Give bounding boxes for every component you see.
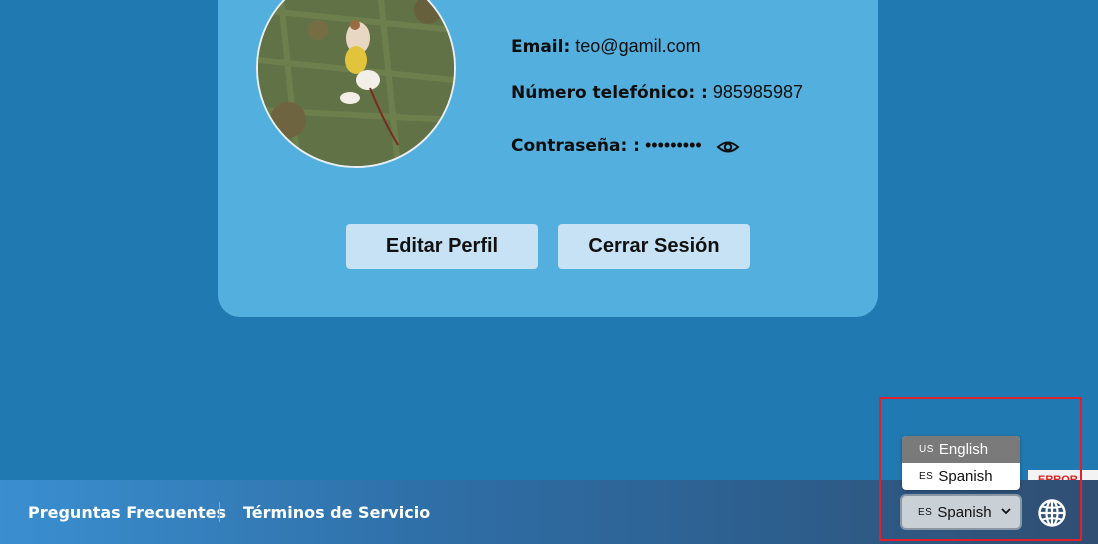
edit-profile-button[interactable]: Editar Perfil [346,224,538,269]
chevron-down-icon [1001,508,1011,515]
language-option-english[interactable]: US English [902,436,1020,463]
email-value: teo@gamil.com [575,36,701,56]
profile-avatar [256,0,456,168]
language-selected-label: Spanish [937,503,992,521]
language-option-label: English [938,441,989,458]
language-option-code: ES [919,471,934,482]
profile-card: Email: teo@gamil.com Número telefónico: … [218,0,878,317]
language-option-code: US [919,444,934,455]
logout-button[interactable]: Cerrar Sesión [558,224,750,269]
phone-label: Número telefónico: : [511,83,708,103]
password-value: ••••••••• [645,135,702,155]
faq-link[interactable]: Preguntas Frecuentes [28,503,226,522]
language-selected-code: ES [918,506,933,518]
language-select[interactable]: ES Spanish [900,494,1022,530]
phone-value: 985985987 [712,82,803,102]
footer-divider [219,502,220,522]
language-option-label: Spanish [938,468,993,485]
language-option-spanish[interactable]: ES Spanish [902,463,1020,490]
eye-icon[interactable] [716,136,740,158]
globe-icon[interactable] [1037,498,1067,528]
phone-row: Número telefónico: : 985985987 [511,82,803,103]
email-row: Email: teo@gamil.com [511,36,701,57]
dog-photo-image [258,0,454,166]
email-label: Email: [511,37,571,57]
terms-link[interactable]: Términos de Servicio [243,503,430,522]
password-label: Contraseña: : [511,136,640,156]
language-dropdown-menu: US English ES Spanish [902,436,1020,490]
password-row: Contraseña: : ••••••••• [511,135,702,156]
